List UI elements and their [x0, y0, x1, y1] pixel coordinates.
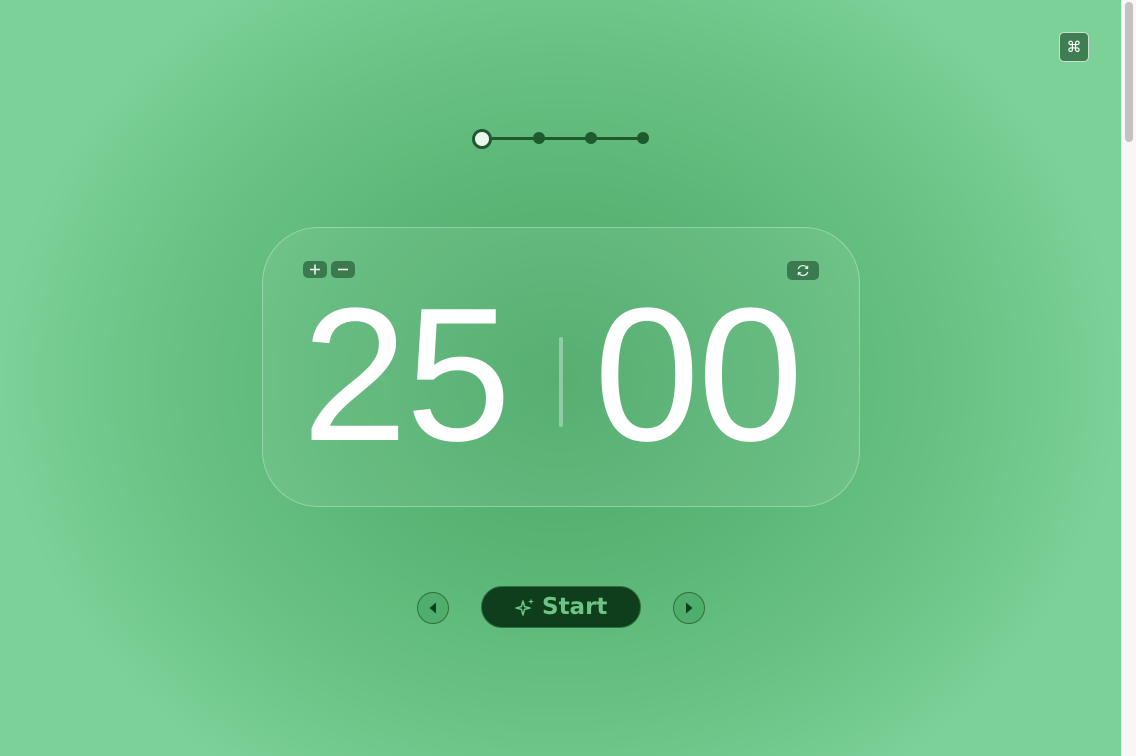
step-dot-3[interactable]	[585, 132, 597, 144]
next-session-button[interactable]	[673, 592, 705, 624]
step-dot-4[interactable]	[637, 132, 649, 144]
session-step-progress	[472, 127, 652, 149]
page-scrollbar[interactable]	[1121, 0, 1136, 756]
timer-minutes: 25	[302, 269, 511, 481]
step-dot-1[interactable]	[472, 129, 492, 149]
previous-session-button[interactable]	[417, 592, 449, 624]
scrollbar-thumb[interactable]	[1125, 2, 1133, 142]
triangle-left-icon	[429, 602, 436, 614]
pomodoro-page: ⌘ 25 00 Start	[0, 0, 1121, 756]
timer-seconds: 00	[594, 269, 803, 481]
command-shortcut-button[interactable]: ⌘	[1059, 32, 1089, 62]
step-dot-2[interactable]	[533, 132, 545, 144]
start-button-label: Start	[542, 594, 608, 620]
command-icon: ⌘	[1066, 38, 1082, 56]
step-progress-line	[484, 137, 644, 140]
start-button[interactable]: Start	[481, 586, 641, 628]
time-divider	[559, 337, 563, 427]
sparkle-icon	[515, 598, 534, 616]
triangle-right-icon	[686, 602, 693, 614]
